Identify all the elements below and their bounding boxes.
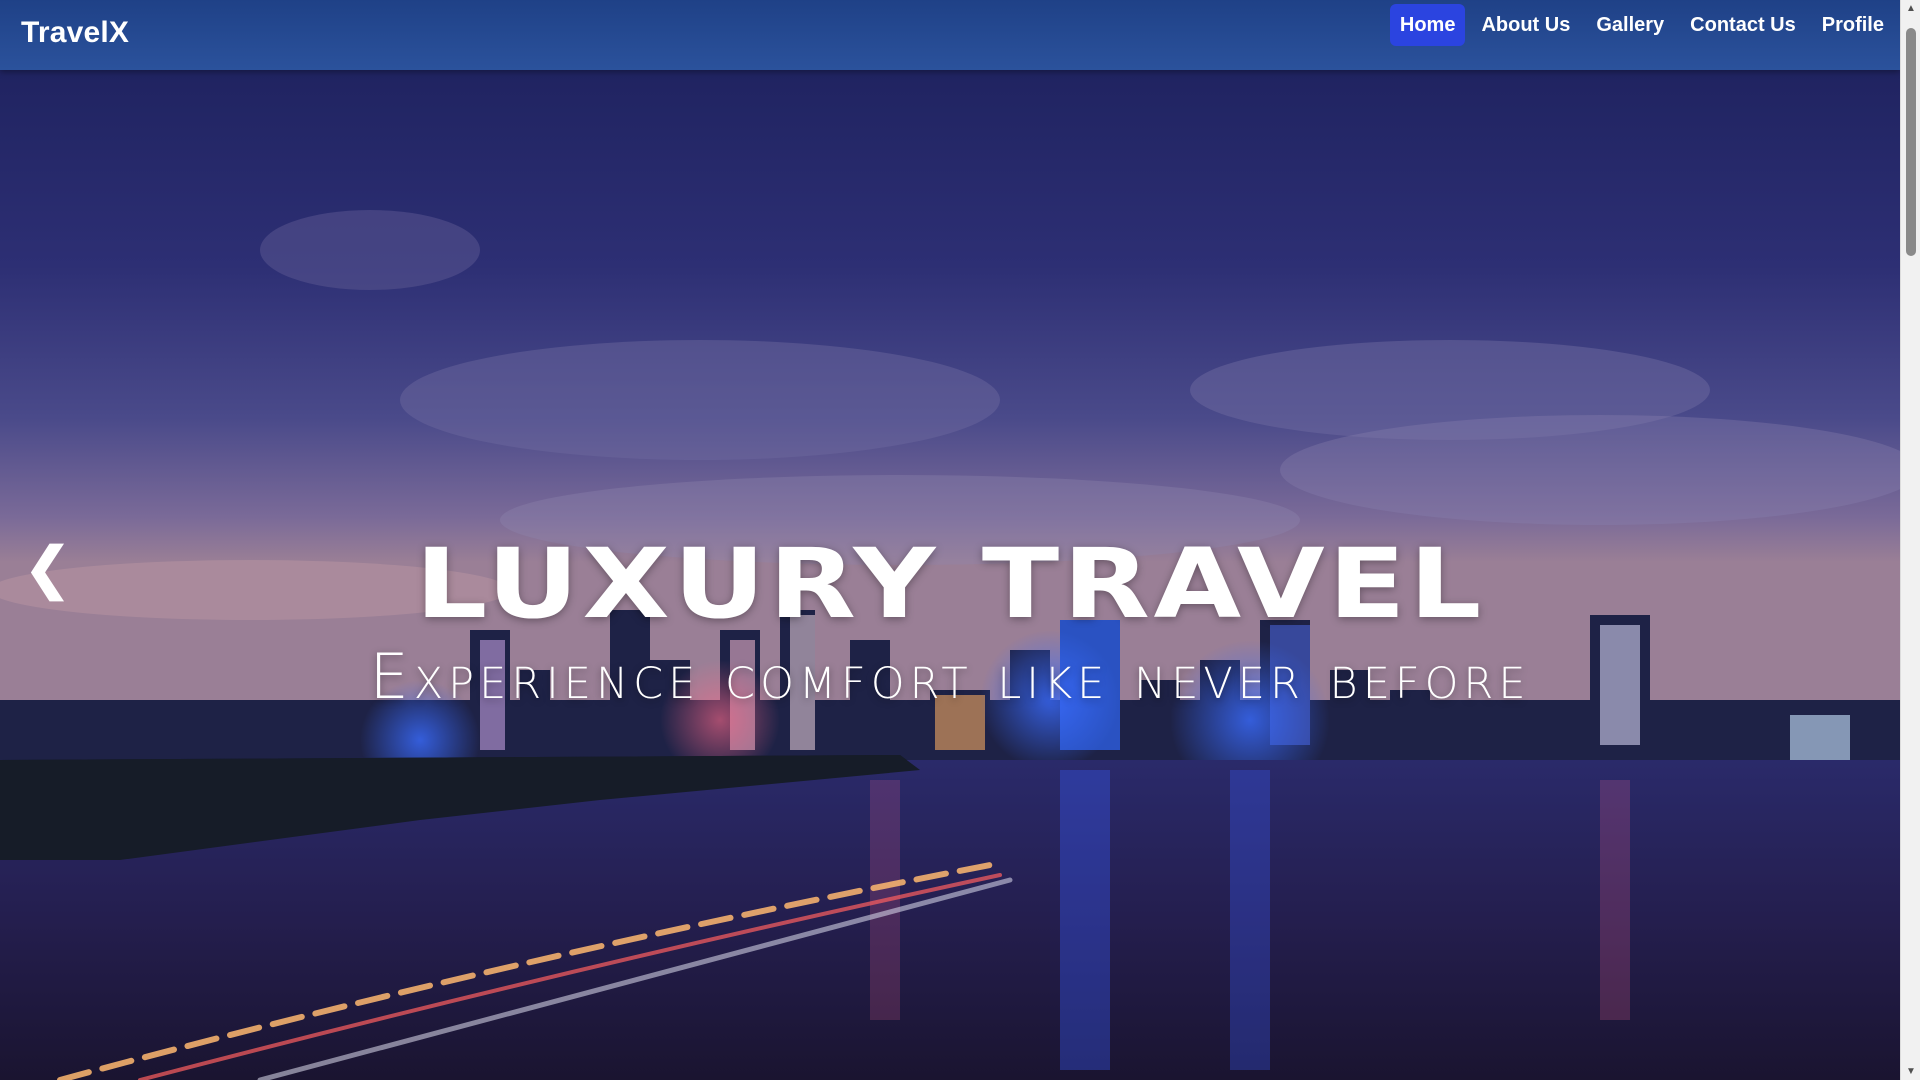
nav-link-about-us[interactable]: About Us	[1471, 4, 1580, 46]
hero-title: LUXURY TRAVEL	[415, 528, 1485, 640]
nav-link-contact-us[interactable]: Contact Us	[1680, 4, 1806, 46]
top-navbar: TravelX Home About Us Gallery Contact Us…	[0, 0, 1900, 70]
hero-subtitle: Experience comfort like never before	[369, 640, 1531, 713]
nav-links: Home About Us Gallery Contact Us Profile	[1389, 4, 1894, 46]
carousel-prev-arrow-icon[interactable]: ❮	[24, 538, 71, 598]
nav-link-gallery[interactable]: Gallery	[1586, 4, 1674, 46]
nav-link-home[interactable]: Home	[1389, 4, 1466, 46]
scroll-down-arrow-icon[interactable]: ▼	[1901, 1063, 1920, 1080]
nav-link-profile[interactable]: Profile	[1812, 4, 1894, 46]
page-viewport: TravelX Home About Us Gallery Contact Us…	[0, 0, 1900, 1080]
scroll-up-arrow-icon[interactable]: ▲	[1901, 0, 1920, 17]
page-scrollbar[interactable]: ▲ ▼	[1900, 0, 1920, 1080]
brand-logo[interactable]: TravelX	[21, 16, 129, 50]
scroll-thumb[interactable]	[1906, 28, 1916, 256]
